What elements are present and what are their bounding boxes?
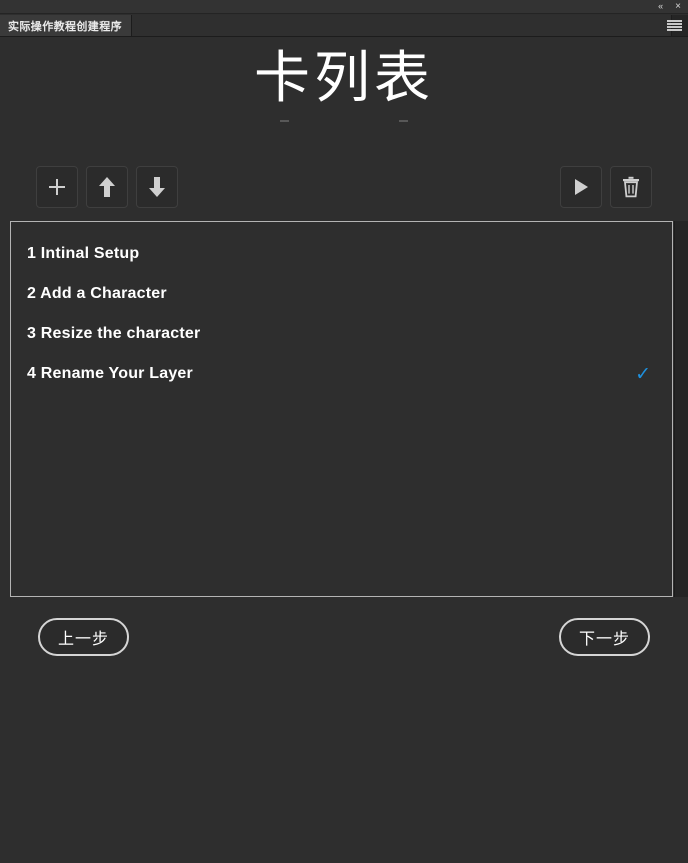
hamburger-line (667, 23, 682, 25)
arrow-up-icon (97, 176, 117, 198)
previous-step-button[interactable]: 上一步 (38, 618, 130, 656)
wizard-footer: 上一步 下一步 (0, 616, 688, 658)
tab-label: 实际操作教程创建程序 (8, 20, 122, 33)
toolbar-right-group (560, 166, 652, 208)
next-step-label: 下一步 (578, 631, 630, 648)
tab-strip: 实际操作教程创建程序 (0, 15, 688, 37)
window-titlebar: « × (0, 0, 688, 14)
card-list: 1 Intinal Setup ✓ 2 Add a Character ✓ 3 … (11, 222, 672, 394)
collapse-icon[interactable]: « (658, 2, 663, 11)
title-mark (399, 120, 408, 122)
list-item-label: 3 Resize the character (27, 325, 201, 342)
card-toolbar (0, 166, 688, 208)
delete-button[interactable] (610, 166, 652, 208)
card-list-panel: 1 Intinal Setup ✓ 2 Add a Character ✓ 3 … (10, 221, 673, 597)
add-button[interactable] (36, 166, 78, 208)
close-icon[interactable]: × (675, 1, 681, 12)
page-body: 卡列表 1 Intinal Setup 2 Add a Character 3 … (0, 38, 688, 863)
hamburger-line (667, 20, 682, 22)
list-item-label: 2 Add a Character (27, 285, 167, 302)
title-mark (280, 120, 289, 122)
tab-tutorial-creator[interactable]: 实际操作教程创建程序 (0, 15, 132, 36)
title-underline-marks (0, 120, 688, 122)
list-item-check-icon: ✓ (635, 363, 651, 385)
list-item[interactable]: 3 Resize the character ✓ (27, 314, 656, 354)
plus-icon (47, 177, 67, 197)
list-item[interactable]: 2 Add a Character ✓ (27, 274, 656, 314)
move-up-button[interactable] (86, 166, 128, 208)
hamburger-menu-icon[interactable] (667, 19, 682, 32)
list-item[interactable]: 4 Rename Your Layer ✓ (27, 354, 656, 394)
play-button[interactable] (560, 166, 602, 208)
play-icon (571, 177, 591, 197)
list-item-label: 4 Rename Your Layer (27, 365, 193, 382)
hamburger-line (667, 29, 682, 31)
hamburger-line (667, 26, 682, 28)
list-item[interactable]: 1 Intinal Setup ✓ (27, 234, 656, 274)
trash-icon (621, 176, 641, 198)
tab-strip-empty-area (132, 15, 672, 36)
list-item-label: 1 Intinal Setup (27, 245, 140, 262)
next-step-button[interactable]: 下一步 (558, 618, 650, 656)
page-title: 卡列表 (254, 46, 434, 109)
list-scroll-gutter[interactable] (674, 221, 688, 597)
arrow-down-icon (147, 176, 167, 198)
previous-step-label: 上一步 (58, 631, 110, 648)
move-down-button[interactable] (136, 166, 178, 208)
toolbar-left-group (36, 166, 178, 208)
